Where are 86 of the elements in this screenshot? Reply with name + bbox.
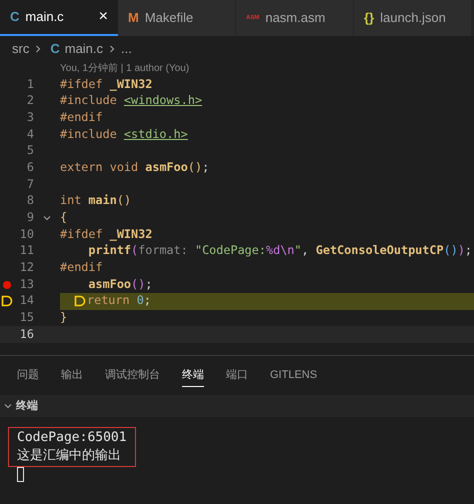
c-file-icon: C [50,39,60,59]
code-token: "CodePage: [194,242,266,260]
code-token: asmFoo [145,158,188,176]
editor-tab[interactable]: M Makefile [118,0,236,36]
code-token: main [88,192,117,210]
line-number: 11 [18,242,34,260]
line-number: 5 [26,142,34,160]
breadcrumb-item[interactable]: main.c [64,39,104,59]
line-number: 10 [18,226,34,243]
code-token: asmFoo [87,276,132,293]
code-token: format: [138,242,189,260]
line-number: 12 [18,259,34,276]
line-number: 7 [26,176,34,193]
line-number: 16 [18,326,34,343]
chevron-icon [108,45,116,53]
chevron-icon [4,402,12,410]
code-token: #endif [60,259,103,276]
panel-tab[interactable]: 调试控制台 [105,364,160,387]
breadcrumb-item[interactable]: src [12,39,30,59]
close-icon[interactable]: × [98,5,108,29]
line-number: 15 [18,309,34,326]
code-token: printf [87,242,132,260]
code-token: ; [202,158,210,176]
code-token: int [60,192,82,210]
tab-label: main.c [25,8,65,26]
code-token: ; [144,292,151,310]
code-token: , [302,242,310,260]
line-number: 1 [26,76,34,92]
code-token: ) [458,242,465,260]
code-token: } [60,309,68,326]
panel-tab[interactable]: 端口 [226,364,248,387]
fold-chevron-icon [43,214,51,222]
tab-label: Makefile [144,9,194,28]
line-number: 4 [26,126,34,143]
panel-tab[interactable]: 终端 [182,364,204,388]
code-token: extern void [60,158,140,176]
debug-pointer-icon [1,295,13,308]
code-token: ; [464,242,472,260]
line-number: 2 [26,92,34,110]
panel-tab[interactable]: 输出 [61,364,83,387]
code-token: _WIN32 [110,226,152,243]
debug-pointer-icon [74,295,86,308]
code-token: <windows.h> [124,92,202,110]
code-token: <stdio.h> [124,126,188,143]
code-token: () [188,158,202,176]
panel-tab[interactable]: GITLENS [270,364,318,387]
code-token: %d\n [266,242,294,260]
editor-tab[interactable]: {} launch.json [354,0,472,36]
terminal-cursor [17,467,24,482]
code-token: GetConsoleOutputCP [316,242,444,260]
code-token: () [131,276,146,293]
section-header[interactable]: 终端 [0,395,474,417]
panel-tab[interactable]: 问题 [17,364,39,387]
breakpoint-icon[interactable] [3,280,11,289]
line-number: 3 [26,108,34,126]
chevron-icon [34,45,42,53]
code-token: () [444,242,458,260]
breadcrumb-item[interactable]: ... [121,39,132,59]
terminal-output-line: CodePage:65001 [17,429,127,447]
code-token: #ifdef [60,226,104,243]
code-token: ; [145,276,152,293]
tab-label: nasm.asm [265,9,326,28]
code-token: #include [60,126,118,143]
line-number: 6 [26,158,34,176]
line-number: 13 [18,276,34,293]
code-token: ( [131,242,138,260]
editor-tab[interactable]: C main.c × [0,0,118,36]
tab-label: launch.json [380,9,447,28]
file-type-icon: {} [364,8,374,28]
terminal-output-line: 这是汇编中的输出 [17,447,122,465]
section-title: 终端 [16,398,38,414]
code-token: _WIN32 [110,76,152,93]
file-type-icon: C [10,7,20,27]
file-type-icon: M [128,8,139,28]
line-number: 14 [18,292,34,310]
code-token: #endif [60,108,103,126]
code-token: () [116,192,132,210]
line-number: 9 [26,209,34,226]
codelens-annotation[interactable]: You, 1分钟前 | 1 author (You) [60,63,190,74]
code-token: " [294,242,302,260]
code-token: { [60,209,68,226]
line-number: 8 [26,192,34,210]
code-token: #include [60,92,118,110]
code-token: 0 [136,292,144,310]
code-token: return [87,292,131,310]
code-token: #ifdef [60,76,104,92]
